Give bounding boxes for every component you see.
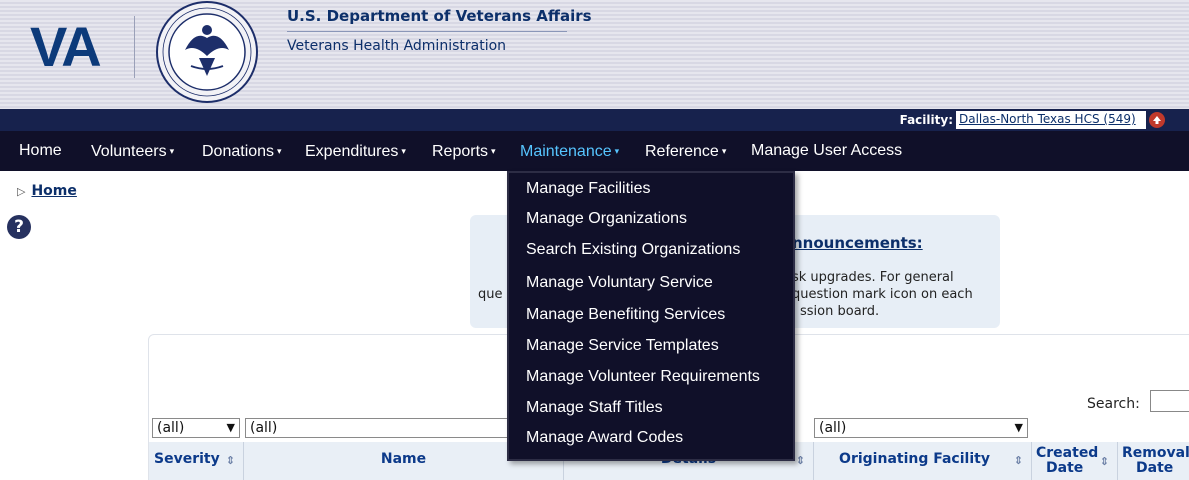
announcements-title: nnouncements: <box>792 234 923 252</box>
nav-volunteers-label: Volunteers <box>91 143 167 160</box>
nav-expenditures-label: Expenditures <box>305 143 399 160</box>
menu-item-manage-service-templates[interactable]: Manage Service Templates <box>526 337 719 355</box>
breadcrumb-arrow-icon: ▷ <box>17 185 26 198</box>
facility-go-button[interactable] <box>1149 112 1165 128</box>
column-header-created-date[interactable]: Created Date ⇕ <box>1032 442 1118 480</box>
chevron-down-icon: ▾ <box>491 146 496 156</box>
nav-maintenance-label: Maintenance <box>520 143 612 160</box>
nav-maintenance[interactable]: Maintenance ▾ <box>520 131 619 171</box>
search-label: Search: <box>1087 396 1140 412</box>
search-input[interactable] <box>1150 390 1189 412</box>
announcement-text: question mark icon on each <box>792 287 973 302</box>
nav-donations[interactable]: Donations ▾ <box>202 131 282 171</box>
nav-donations-label: Donations <box>202 143 275 160</box>
column-header-originating-facility[interactable]: Originating Facility ⇕ <box>814 442 1032 480</box>
nav-manage-user-access-label: Manage User Access <box>751 142 903 159</box>
announcement-text: sk upgrades. For general <box>792 270 954 285</box>
column-header-removal-date[interactable]: Removal Date <box>1118 442 1189 480</box>
column-header-severity[interactable]: Severity ⇕ <box>149 442 244 480</box>
facility-label: Facility: <box>899 113 953 127</box>
column-header-label: Name <box>380 451 427 467</box>
breadcrumb: ▷ Home <box>17 183 77 199</box>
sort-icon: ⇕ <box>225 454 235 467</box>
nav-home-label: Home <box>19 142 62 159</box>
menu-item-manage-facilities[interactable]: Manage Facilities <box>526 180 651 198</box>
nav-reference[interactable]: Reference ▾ <box>645 131 726 171</box>
chevron-down-icon: ▾ <box>169 146 175 156</box>
menu-item-manage-volunteer-requirements[interactable]: Manage Volunteer Requirements <box>526 368 760 386</box>
nav-manage-user-access[interactable]: Manage User Access <box>751 131 902 171</box>
chevron-down-icon: ▼ <box>1014 421 1023 434</box>
menu-item-manage-benefiting-services[interactable]: Manage Benefiting Services <box>526 306 725 324</box>
site-header: VA U.S. Department of Veterans Affairs V… <box>0 0 1189 110</box>
help-icon[interactable]: ? <box>7 215 31 239</box>
main-nav: Home Volunteers ▾ Donations ▾ Expenditures… <box>0 131 1189 171</box>
chevron-down-icon: ▾ <box>401 146 406 156</box>
logo-divider <box>134 16 135 78</box>
nav-expenditures[interactable]: Expenditures ▾ <box>305 131 406 171</box>
nav-reports-label: Reports <box>432 143 489 160</box>
chevron-down-icon: ▾ <box>277 146 282 156</box>
nav-reports[interactable]: Reports ▾ <box>432 131 496 171</box>
sort-icon: ⇕ <box>795 454 805 467</box>
column-header-label: Date <box>1136 460 1174 476</box>
severity-filter[interactable]: (all) ▼ <box>152 418 240 438</box>
facility-selector[interactable]: Dallas-North Texas HCS (549) <box>956 111 1146 129</box>
column-header-label: Removal <box>1122 445 1189 461</box>
department-name: U.S. Department of Veterans Affairs <box>287 7 592 25</box>
menu-item-manage-organizations[interactable]: Manage Organizations <box>526 210 687 228</box>
facility-bar: Facility: Dallas-North Texas HCS (549) <box>0 109 1189 131</box>
name-filter[interactable]: (all) <box>245 418 515 438</box>
nav-home[interactable]: Home <box>19 131 62 171</box>
administration-name: Veterans Health Administration <box>287 38 507 54</box>
severity-filter-value: (all) <box>157 420 185 436</box>
sort-icon: ⇕ <box>1099 455 1109 468</box>
menu-item-manage-staff-titles[interactable]: Manage Staff Titles <box>526 399 663 417</box>
nav-reference-label: Reference <box>645 143 719 160</box>
originating-facility-filter[interactable]: (all) ▼ <box>814 418 1028 438</box>
column-header-label: Originating Facility <box>839 451 990 467</box>
menu-item-manage-award-codes[interactable]: Manage Award Codes <box>526 429 683 447</box>
sort-icon: ⇕ <box>1013 454 1023 467</box>
chevron-down-icon: ▾ <box>721 146 727 156</box>
breadcrumb-home-link[interactable]: Home <box>31 183 76 199</box>
header-rule <box>287 31 567 32</box>
va-seal-icon <box>156 1 258 103</box>
announcement-text: ssion board. <box>800 304 880 319</box>
nav-volunteers[interactable]: Volunteers ▾ <box>91 131 174 171</box>
originating-facility-filter-value: (all) <box>819 420 847 436</box>
column-header-label: Severity <box>154 451 220 467</box>
menu-item-manage-voluntary-service[interactable]: Manage Voluntary Service <box>526 274 713 292</box>
chevron-down-icon: ▾ <box>614 146 620 156</box>
maintenance-menu: Manage Facilities Manage Organizations S… <box>507 171 795 461</box>
va-logo[interactable]: VA <box>30 14 102 79</box>
chevron-down-icon: ▼ <box>226 421 235 434</box>
menu-item-search-existing-organizations[interactable]: Search Existing Organizations <box>526 241 740 259</box>
up-arrow-circle-icon <box>1153 116 1161 124</box>
announcement-text: que <box>478 287 503 302</box>
name-filter-value: (all) <box>250 420 278 436</box>
